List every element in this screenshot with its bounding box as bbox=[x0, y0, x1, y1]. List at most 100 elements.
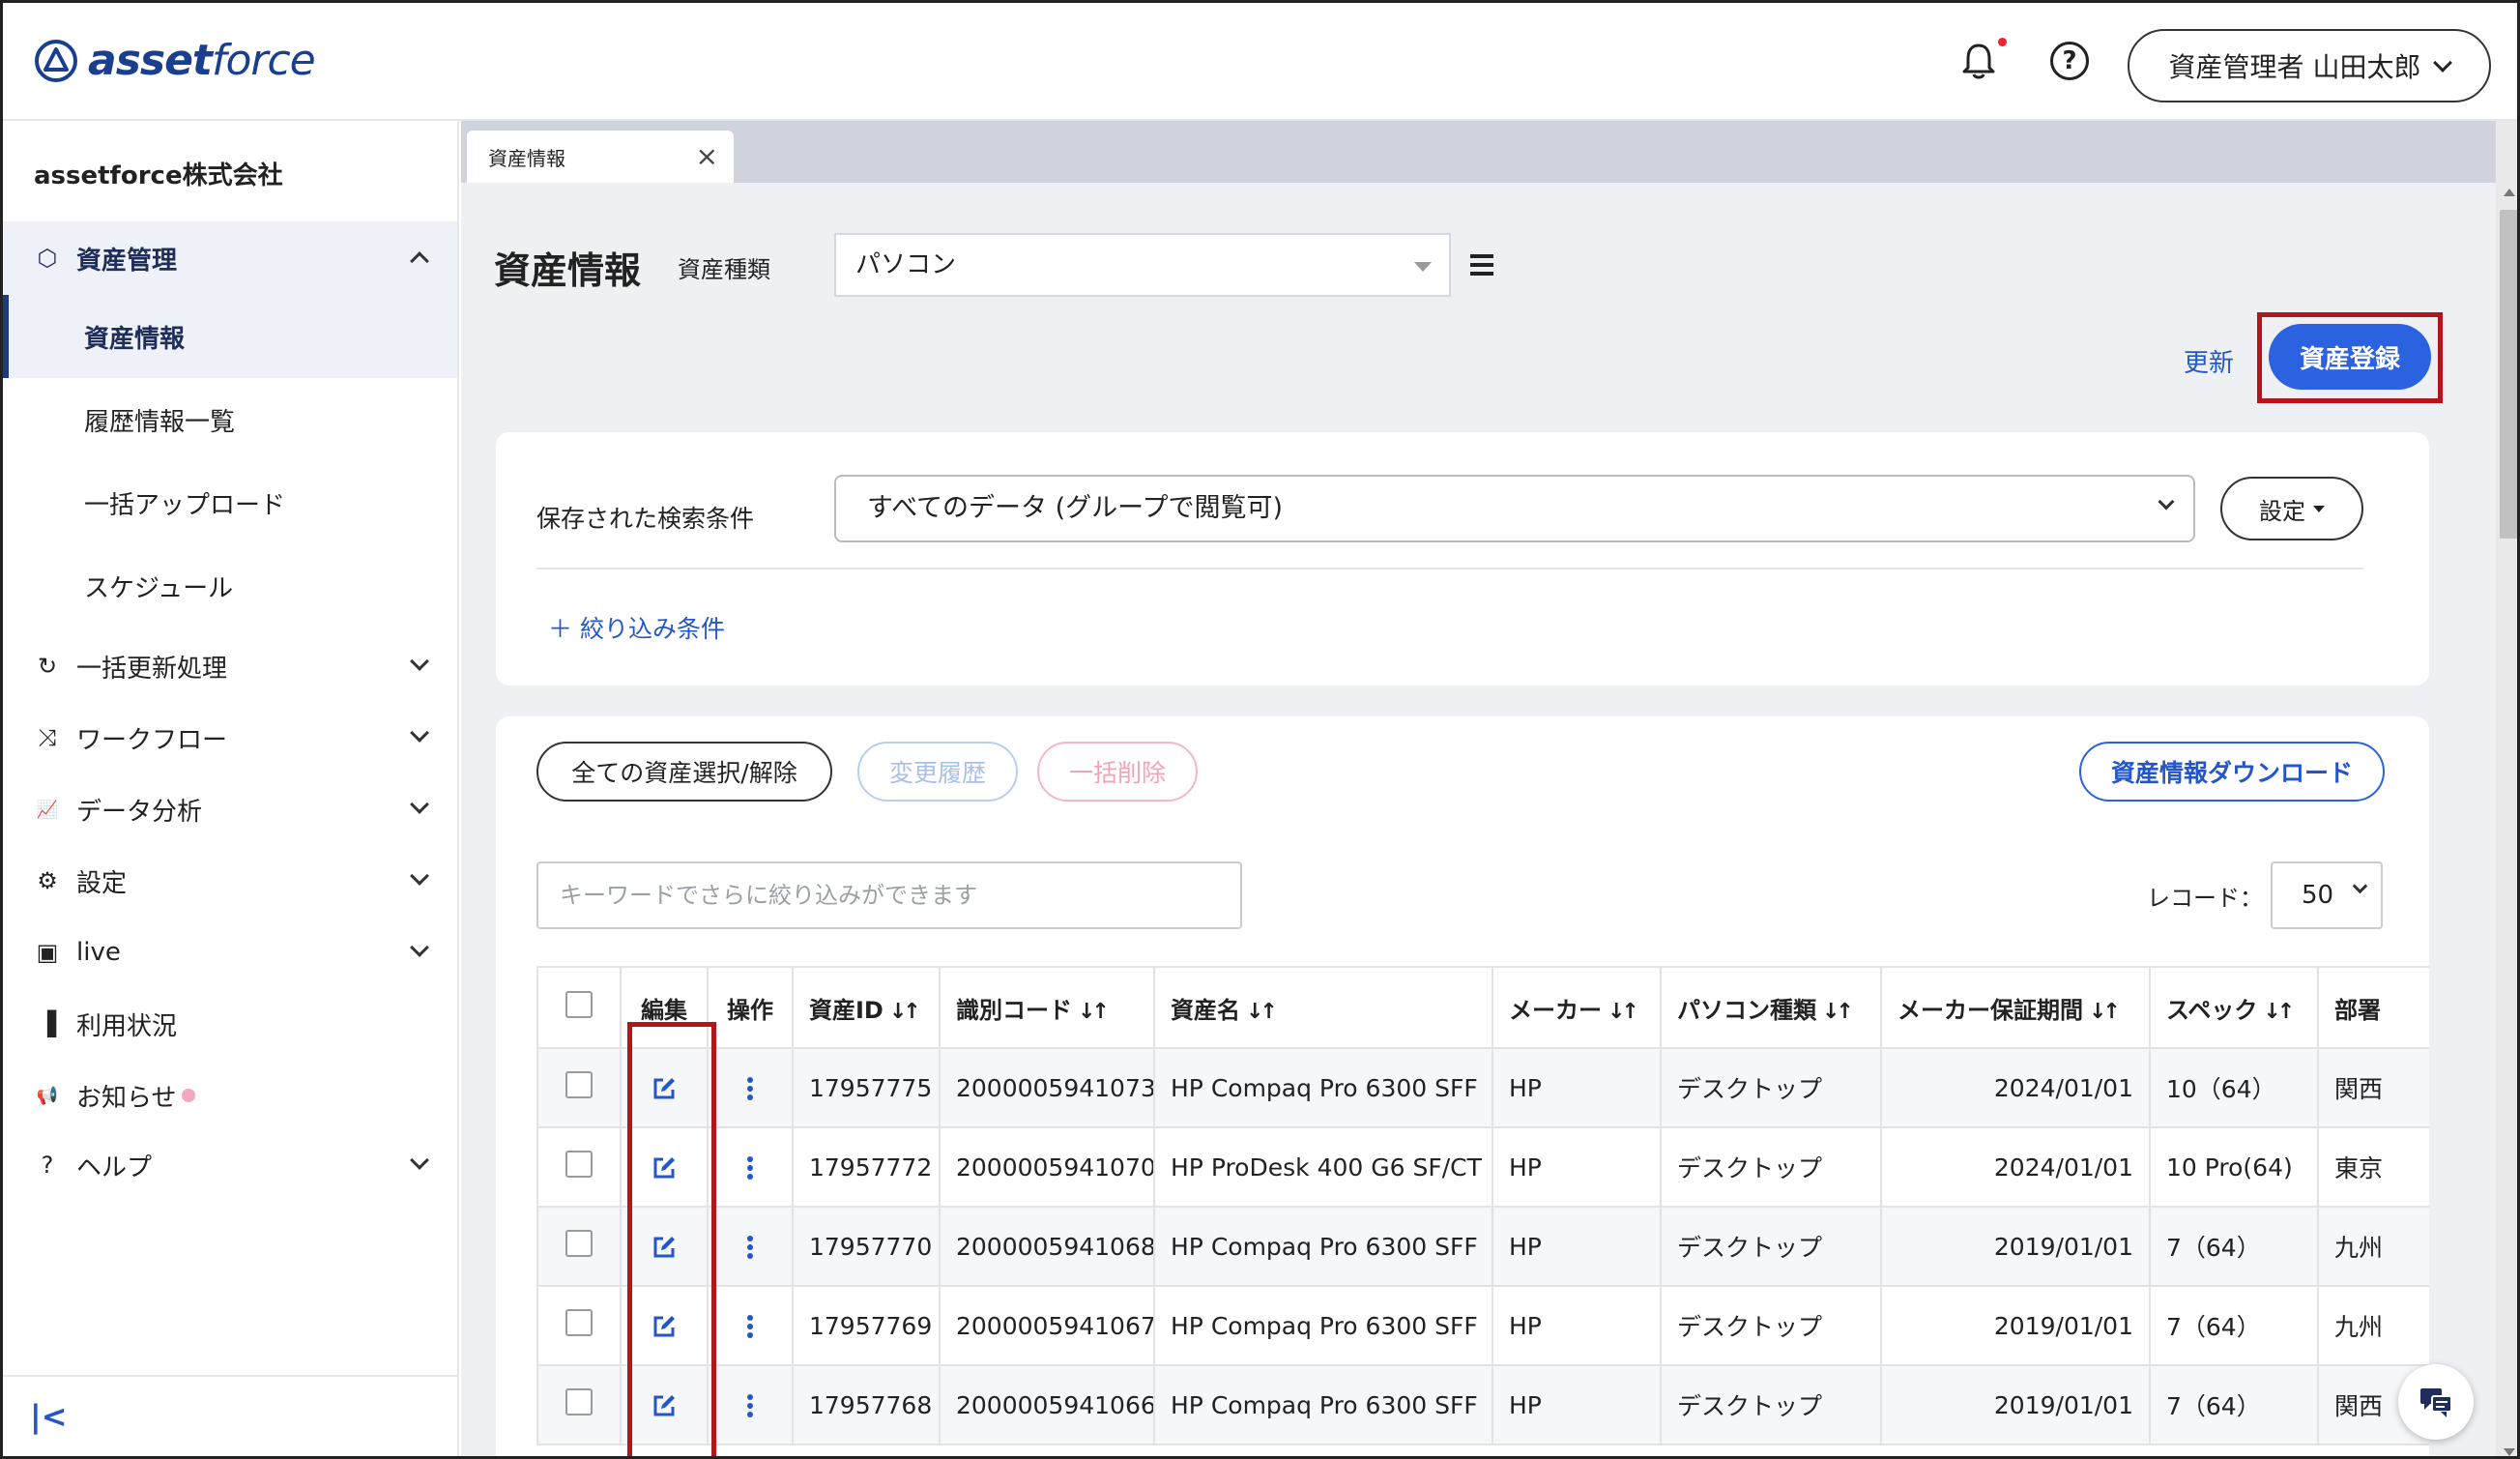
asset-type-select[interactable]: パソコン bbox=[834, 233, 1451, 297]
actions-cell[interactable] bbox=[707, 1126, 794, 1208]
sidebar-section-usage[interactable]: ▐ 利用状況 bbox=[3, 987, 457, 1061]
sidebar-item-history-list[interactable]: 履歴情報一覧 bbox=[3, 378, 457, 461]
column-header-maker[interactable]: メーカー ↓↑ bbox=[1492, 966, 1662, 1049]
asset-table: 編集 操作 資産ID ↓↑ 識別コード ↓↑ 資産名 ↓↑ メーカー ↓↑ パソコン種類… bbox=[536, 966, 2429, 1445]
column-header-warranty[interactable]: メーカー保証期間 ↓↑ bbox=[1880, 966, 2151, 1049]
checkbox[interactable] bbox=[565, 1151, 593, 1178]
scroll-down-arrow-icon[interactable] bbox=[2504, 1448, 2515, 1456]
settings-dropdown-button[interactable]: 設定 bbox=[2220, 477, 2363, 540]
cell-spec: 7（64） bbox=[2149, 1206, 2319, 1287]
sidebar-section-label: live bbox=[76, 938, 121, 967]
scroll-up-arrow-icon[interactable] bbox=[2504, 189, 2515, 196]
column-header-code[interactable]: 識別コード ↓↑ bbox=[939, 966, 1155, 1049]
sidebar-section-help[interactable]: ? ヘルプ bbox=[3, 1128, 457, 1202]
sidebar-item-bulk-upload[interactable]: 一括アップロード bbox=[3, 461, 457, 544]
column-header-spec[interactable]: スペック ↓↑ bbox=[2149, 966, 2319, 1049]
sort-icon[interactable]: ↓↑ bbox=[2263, 1000, 2295, 1024]
column-header-asset-name[interactable]: 資産名 ↓↑ bbox=[1153, 966, 1493, 1049]
add-filter-link[interactable]: ＋ 絞り込み条件 bbox=[548, 610, 725, 645]
sidebar-section-workflow[interactable]: ⤨ ワークフロー bbox=[3, 701, 457, 774]
checkbox[interactable] bbox=[565, 1071, 593, 1098]
chat-support-button[interactable] bbox=[2398, 1364, 2474, 1440]
sidebar-section-bulk-update[interactable]: ↻ 一括更新処理 bbox=[3, 629, 457, 703]
chevron-down-icon bbox=[410, 652, 429, 671]
sidebar-item-schedule[interactable]: スケジュール bbox=[3, 544, 457, 627]
sort-icon[interactable]: ↓↑ bbox=[1078, 1000, 1110, 1024]
tab-asset-info[interactable]: 資産情報 × bbox=[467, 131, 734, 183]
actions-cell[interactable] bbox=[707, 1047, 794, 1128]
close-icon[interactable]: × bbox=[696, 140, 718, 172]
checkbox[interactable] bbox=[565, 991, 593, 1018]
select-all-checkbox-cell[interactable] bbox=[536, 966, 622, 1049]
more-options-icon[interactable] bbox=[747, 1153, 753, 1182]
download-asset-info-button[interactable]: 資産情報ダウンロード bbox=[2079, 742, 2385, 802]
notification-bell-icon[interactable] bbox=[1957, 40, 2000, 82]
sidebar-item-label: 履歴情報一覧 bbox=[84, 407, 236, 437]
saved-search-select[interactable]: すべてのデータ (グループで閲覧可) bbox=[834, 475, 2195, 542]
row-checkbox-cell[interactable] bbox=[536, 1126, 622, 1208]
sidebar-section-settings[interactable]: ⚙ 設定 bbox=[3, 844, 457, 918]
sort-icon[interactable]: ↓↑ bbox=[1608, 1000, 1639, 1024]
sort-icon[interactable]: ↓↑ bbox=[1822, 1000, 1854, 1024]
cell-asset-name: HP Compaq Pro 6300 SFF bbox=[1153, 1047, 1493, 1128]
sidebar-item-asset-info[interactable]: 資産情報 bbox=[3, 295, 457, 378]
row-checkbox-cell[interactable] bbox=[536, 1206, 622, 1287]
asset-list-card: 全ての資産選択/解除 変更履歴 一括削除 資産情報ダウンロード キーワードでさら… bbox=[496, 716, 2429, 1456]
update-link[interactable]: 更新 bbox=[2184, 343, 2234, 379]
more-options-icon[interactable] bbox=[747, 1074, 753, 1103]
chevron-down-icon bbox=[410, 866, 429, 886]
user-menu-button[interactable]: 資産管理者 山田太郎 bbox=[2128, 29, 2491, 102]
sort-icon[interactable]: ↓↑ bbox=[2089, 1000, 2121, 1024]
sidebar-section-data-analysis[interactable]: 📈 データ分析 bbox=[3, 773, 457, 846]
column-header-label: パソコン種類 bbox=[1677, 996, 1816, 1024]
more-options-icon[interactable] bbox=[747, 1312, 753, 1341]
sidebar-section-asset-management[interactable]: ⬡ 資産管理 bbox=[3, 221, 457, 295]
scrollbar-thumb[interactable] bbox=[2500, 210, 2517, 539]
page-scrollbar[interactable] bbox=[2496, 121, 2517, 1456]
checkbox[interactable] bbox=[565, 1230, 593, 1257]
table-row[interactable]: 17957772 2000005941070 HP ProDesk 400 G6 S… bbox=[536, 1126, 2429, 1208]
menu-icon[interactable] bbox=[1470, 254, 1493, 280]
collapse-sidebar-icon[interactable]: |< bbox=[30, 1398, 68, 1435]
table-row[interactable]: 17957768 2000005941066 HP Compaq Pro 6300 … bbox=[536, 1364, 2429, 1445]
cell-department: 東京 bbox=[2317, 1126, 2429, 1208]
table-row[interactable]: 17957775 2000005941073 HP Compaq Pro 6300 … bbox=[536, 1047, 2429, 1128]
keyword-search-input[interactable]: キーワードでさらに絞り込みができます bbox=[536, 861, 1242, 929]
sort-icon[interactable]: ↓↑ bbox=[1246, 1000, 1278, 1024]
sidebar-section-live[interactable]: ▣ live bbox=[3, 916, 457, 989]
checkbox[interactable] bbox=[565, 1388, 593, 1415]
actions-cell[interactable] bbox=[707, 1206, 794, 1287]
row-checkbox-cell[interactable] bbox=[536, 1364, 622, 1445]
cell-spec: 7（64） bbox=[2149, 1285, 2319, 1366]
actions-cell[interactable] bbox=[707, 1285, 794, 1366]
actions-cell[interactable] bbox=[707, 1364, 794, 1445]
column-header-actions: 操作 bbox=[707, 966, 794, 1049]
more-options-icon[interactable] bbox=[747, 1391, 753, 1420]
column-header-pc-type[interactable]: パソコン種類 ↓↑ bbox=[1660, 966, 1882, 1049]
bulk-delete-button[interactable]: 一括削除 bbox=[1037, 742, 1198, 802]
more-options-icon[interactable] bbox=[747, 1233, 753, 1262]
sidebar-section-news[interactable]: 📢 お知らせ bbox=[3, 1059, 457, 1132]
column-header-asset-id[interactable]: 資産ID ↓↑ bbox=[792, 966, 941, 1049]
record-count-select[interactable]: 50 bbox=[2271, 861, 2383, 929]
table-row[interactable]: 17957770 2000005941068 HP Compaq Pro 6300 … bbox=[536, 1206, 2429, 1287]
cell-code: 2000005941073 bbox=[939, 1047, 1155, 1128]
column-header-label: 資産ID bbox=[809, 996, 883, 1024]
cell-warranty: 2019/01/01 bbox=[1880, 1285, 2151, 1366]
table-row[interactable]: 17957769 2000005941067 HP Compaq Pro 6300 … bbox=[536, 1285, 2429, 1366]
cell-warranty: 2019/01/01 bbox=[1880, 1206, 2151, 1287]
sort-icon[interactable]: ↓↑ bbox=[889, 1000, 921, 1024]
cell-spec: 10（64） bbox=[2149, 1047, 2319, 1128]
checkbox[interactable] bbox=[565, 1309, 593, 1336]
cell-asset-id: 17957769 bbox=[792, 1285, 941, 1366]
row-checkbox-cell[interactable] bbox=[536, 1285, 622, 1366]
sidebar-item-label: スケジュール bbox=[84, 573, 234, 603]
register-asset-button[interactable]: 資産登録 bbox=[2269, 324, 2431, 390]
assetforce-logo[interactable]: assetforce bbox=[34, 36, 316, 85]
asset-table-container[interactable]: 編集 操作 資産ID ↓↑ 識別コード ↓↑ 資産名 ↓↑ メーカー ↓↑ パソコン種類… bbox=[536, 966, 2429, 1456]
select-all-button[interactable]: 全ての資産選択/解除 bbox=[536, 742, 832, 802]
column-header-department[interactable]: 部署 bbox=[2317, 966, 2429, 1049]
row-checkbox-cell[interactable] bbox=[536, 1047, 622, 1128]
help-icon[interactable]: ? bbox=[2050, 42, 2089, 80]
change-history-button[interactable]: 変更履歴 bbox=[857, 742, 1018, 802]
